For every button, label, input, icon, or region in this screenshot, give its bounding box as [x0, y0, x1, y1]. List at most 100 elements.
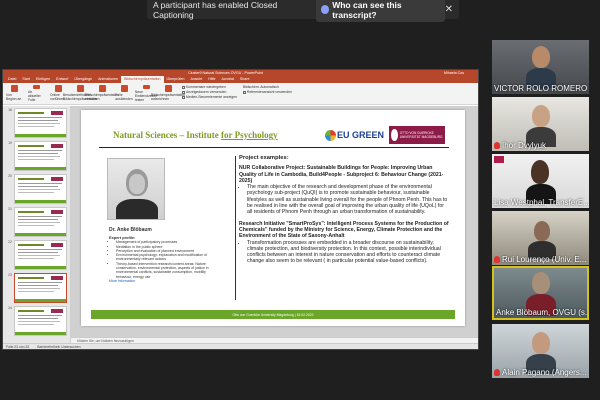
tab-acrobat[interactable]: Acrobat — [218, 76, 236, 83]
slide-thumbnail[interactable]: 19 — [5, 141, 68, 171]
ribbon-tabs: Datei Start Einfügen Entwurf Übergänge A… — [3, 76, 478, 83]
from-current-button[interactable]: Ab aktueller Folie — [28, 85, 44, 102]
slide-title-main: Natural Sciences – Institute — [113, 130, 221, 140]
slide-footer: Otto von Guericke University Magdeburg |… — [91, 310, 455, 319]
accessibility-status[interactable]: Barrierefreiheit: Untersuchen — [37, 345, 80, 349]
tab-view[interactable]: Ansicht — [187, 76, 205, 83]
media-controls-checkbox[interactable]: Medien-Steuerelemente anzeigen — [182, 95, 237, 99]
tab-transitions[interactable]: Übergänge — [71, 76, 95, 83]
play-narrations-checkbox[interactable]: Kommentare wiedergeben — [182, 85, 237, 89]
participant-tile[interactable]: VICTOR ROLO ROMERO — [492, 40, 589, 94]
presenter-view-checkbox[interactable]: Referentenansicht verwenden — [242, 90, 292, 94]
monitor-select[interactable]: Bildschirm: Automatisch — [243, 85, 292, 89]
thumb-number: 20 — [8, 174, 12, 178]
eu-green-logo: EU GREEN — [325, 124, 385, 146]
project1-title: NUR Collaborative Project: Sustainable B… — [239, 165, 444, 184]
participant-name-text: Ihor Dvylyuk — [502, 141, 547, 150]
participant-tile[interactable]: Alain Pagano (Angers... — [492, 324, 589, 378]
slide-editor[interactable]: Natural Sciences – Institute for Psychol… — [71, 106, 478, 343]
slide-thumbnail[interactable]: 21 — [5, 207, 68, 237]
tab-share[interactable]: Share — [237, 76, 253, 83]
tab-home[interactable]: Start — [19, 76, 33, 83]
thumb-number: 22 — [8, 240, 12, 244]
close-icon[interactable]: ✕ — [445, 4, 453, 15]
slide-thumbnail[interactable]: 22 — [5, 240, 68, 270]
slideshow-options: Kommentare wiedergeben Anzeigedauern ver… — [182, 85, 237, 102]
project-examples: Project examples: NUR Collaborative Proj… — [239, 155, 449, 265]
from-beginning-button[interactable]: Von Beginn an — [6, 85, 22, 102]
from-beginning-label: Von Beginn an — [6, 93, 22, 101]
use-timings-label: Anzeigedauern verwenden — [186, 90, 227, 94]
slide-thumbnail[interactable]: 24 — [5, 306, 68, 336]
university-name: OTTO VON GUERICKE UNIVERSITÄT MAGDEBURG — [399, 131, 443, 139]
setup-show-button[interactable]: Bildschirmpräsentation einrichten — [85, 85, 119, 102]
ppt-body: 18 19 20 21 22 23 24 Natural Sciences – … — [3, 106, 478, 343]
participant-tile[interactable]: Lisa Westphal, TransferE... — [492, 154, 589, 208]
participant-name: Rui Lourenço (Univ. E... — [494, 255, 586, 264]
tab-insert[interactable]: Einfügen — [33, 76, 53, 83]
eu-green-text: EU GREEN — [337, 130, 385, 140]
participant-name: VICTOR ROLO ROMERO — [494, 84, 588, 93]
setup-icon — [98, 85, 106, 92]
timer-icon — [142, 85, 150, 89]
ppt-user-name[interactable]: Mihaela Cos — [444, 71, 464, 75]
participant-name-text: Alain Pagano (Angers... — [502, 368, 587, 377]
record-show-button[interactable]: Bildschirmpräsentation aufzeichnen — [151, 85, 185, 102]
thumb-number: 24 — [8, 306, 12, 310]
notification-message: A participant has enabled Closed Caption… — [153, 0, 278, 20]
monitor-options: Bildschirm: Automatisch Referentenansich… — [242, 85, 292, 102]
powerpoint-window: Cluster9 Natural Sciences OVGU - PowerPo… — [2, 69, 479, 350]
project2-title: Research Initiative "SmartProSys": Intel… — [239, 220, 449, 240]
tab-file[interactable]: Datei — [5, 76, 19, 83]
current-slide[interactable]: Natural Sciences – Institute for Psychol… — [81, 110, 465, 326]
tab-help[interactable]: Hilfe — [205, 76, 218, 83]
transcript-visibility-button[interactable]: Who can see this transcript? — [315, 0, 445, 22]
projects-heading: Project examples: — [239, 155, 289, 161]
slide-thumbnail-selected[interactable]: 23 — [5, 273, 68, 303]
title-divider — [99, 147, 449, 148]
thumb-number: 23 — [8, 273, 12, 277]
tab-animations[interactable]: Animationen — [95, 76, 121, 83]
slide-thumbnail[interactable]: 20 — [5, 174, 68, 204]
thumb-number: 21 — [8, 207, 12, 211]
people-icon — [320, 5, 330, 14]
use-timings-checkbox[interactable]: Anzeigedauern verwenden — [182, 90, 237, 94]
media-controls-label: Medien-Steuerelemente anzeigen — [186, 95, 237, 99]
expert-profile: Expert profile: Management of participat… — [109, 235, 219, 283]
muted-mic-icon — [494, 369, 500, 377]
play-current-icon — [32, 85, 40, 89]
tab-review[interactable]: Überprüfen — [164, 76, 188, 83]
participant-name-text: Rui Lourenço (Univ. E... — [502, 255, 587, 264]
slide-title-link: for Psychology — [221, 130, 278, 140]
expert-item: Environmental psychology: explanation an… — [116, 253, 219, 262]
tab-slideshow[interactable]: Bildschirmpräsentation — [121, 76, 164, 83]
presenter-label: Referentenansicht verwenden — [246, 90, 292, 94]
thumb-number: 18 — [8, 108, 12, 112]
participant-tile-active-speaker[interactable]: Anke Blöbaum, OVGU (s... — [492, 266, 589, 320]
participant-tile[interactable]: Ihor Dvylyuk — [492, 97, 589, 151]
column-divider — [235, 156, 236, 300]
participant-name: Lisa Westphal, TransferE... — [494, 198, 589, 207]
ppt-window-title: Cluster9 Natural Sciences OVGU - PowerPo… — [188, 71, 263, 75]
tab-design[interactable]: Entwurf — [53, 76, 71, 83]
slide-counter: Folie 23 von 33 — [6, 344, 30, 349]
participant-tile[interactable]: Rui Lourenço (Univ. E... — [492, 211, 589, 265]
play-narrations-label: Kommentare wiedergeben — [186, 85, 226, 89]
expert-item: Theory-based intervention research/conte… — [116, 262, 219, 279]
eu-green-flower-icon — [325, 129, 336, 141]
captioning-notification: A participant has enabled Closed Caption… — [147, 0, 459, 22]
participant-logo — [494, 156, 504, 163]
globe-icon — [54, 85, 62, 92]
project1-description: The main objective of the research and d… — [247, 184, 449, 215]
custom-show-icon — [76, 85, 84, 92]
more-information-link[interactable]: More information — [109, 279, 135, 283]
thumb-number: 19 — [8, 141, 12, 145]
monitor-label: Bildschirm: Automatisch — [242, 85, 279, 89]
hide-slide-button[interactable]: Folie ausblenden — [115, 85, 133, 102]
slide-title: Natural Sciences – Institute for Psychol… — [113, 130, 278, 140]
participant-name: Anke Blöbaum, OVGU (s... — [496, 308, 589, 317]
slide-thumbnails[interactable]: 18 19 20 21 22 23 24 — [3, 106, 71, 343]
record-icon — [164, 85, 172, 92]
slide-thumbnail[interactable]: 18 — [5, 108, 68, 138]
ribbon: Von Beginn an Ab aktueller Folie Online … — [3, 83, 478, 105]
